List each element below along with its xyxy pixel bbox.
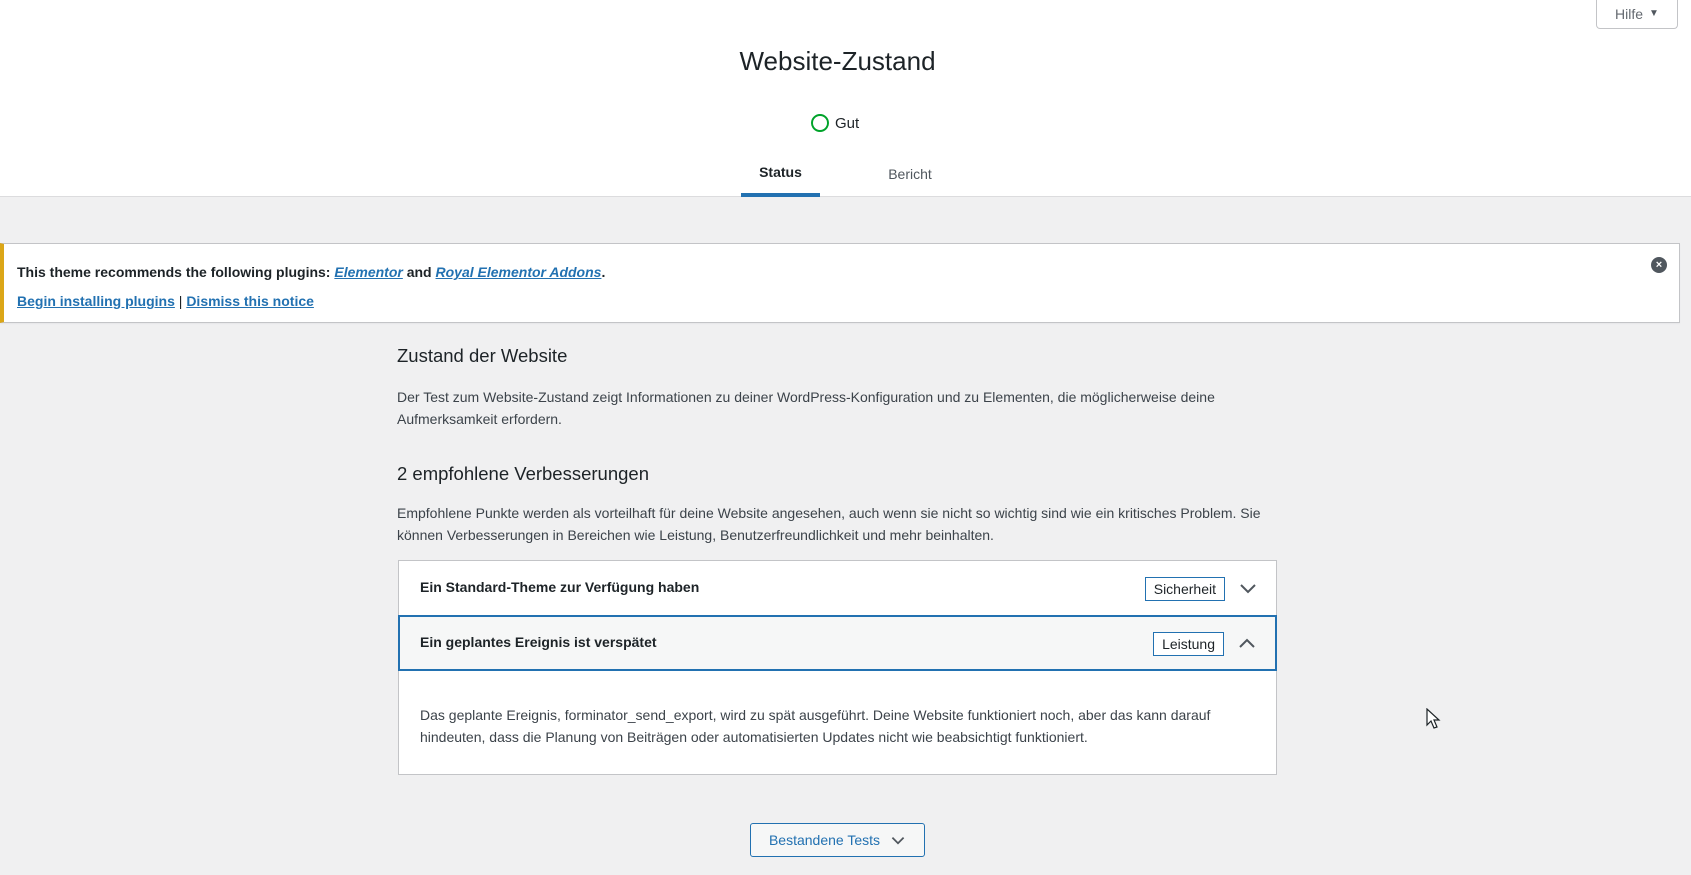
score-label: Gut bbox=[835, 114, 860, 132]
section-title: Zustand der Website bbox=[397, 345, 568, 366]
notice-and: and bbox=[402, 264, 436, 280]
recommended-title: 2 empfohlene Verbesserungen bbox=[397, 463, 649, 484]
passed-tests-button[interactable]: Bestandene Tests bbox=[750, 823, 925, 857]
issues-accordion: Ein Standard-Theme zur Verfügung haben S… bbox=[398, 560, 1277, 775]
issue-default-theme[interactable]: Ein Standard-Theme zur Verfügung haben S… bbox=[399, 561, 1276, 616]
chevron-down-icon bbox=[891, 836, 905, 845]
close-icon[interactable]: × bbox=[1651, 257, 1667, 273]
elementor-link[interactable]: Elementor bbox=[334, 264, 402, 280]
category-badge: Sicherheit bbox=[1144, 577, 1225, 601]
begin-installing-plugins-link[interactable]: Begin installing plugins bbox=[17, 293, 175, 309]
dismiss-notice-link[interactable]: Dismiss this notice bbox=[186, 293, 314, 309]
plugin-recommendation-notice: This theme recommends the following plug… bbox=[0, 243, 1680, 323]
issue-details: Das geplante Ereignis, forminator_send_e… bbox=[420, 707, 1211, 745]
notice-separator: | bbox=[174, 293, 187, 309]
issue-title: Ein Standard-Theme zur Verfügung haben bbox=[420, 579, 700, 595]
site-health-header: Hilfe ▼ Website-Zustand Gut Status Beric… bbox=[0, 0, 1691, 197]
help-tab-button[interactable]: Hilfe ▼ bbox=[1596, 0, 1678, 29]
chevron-down-icon bbox=[1240, 584, 1256, 594]
notice-text: This theme recommends the following plug… bbox=[17, 264, 335, 280]
help-tab-label: Hilfe bbox=[1615, 5, 1644, 22]
notice-actions: Begin installing plugins | Dismiss this … bbox=[17, 293, 314, 309]
passed-tests-label: Bestandene Tests bbox=[768, 832, 881, 848]
page-title: Website-Zustand bbox=[739, 46, 936, 76]
notice-period: . bbox=[601, 264, 606, 280]
recommended-description: Empfohlene Punkte werden als vorteilhaft… bbox=[397, 505, 1261, 543]
royal-elementor-addons-link[interactable]: Royal Elementor Addons bbox=[436, 264, 602, 280]
chevron-up-icon bbox=[1239, 638, 1255, 648]
issue-scheduled-event[interactable]: Ein geplantes Ereignis ist verspätet Lei… bbox=[398, 615, 1277, 671]
score-circle-icon bbox=[811, 114, 829, 132]
category-badge: Leistung bbox=[1153, 632, 1224, 656]
caret-down-icon: ▼ bbox=[1649, 8, 1659, 19]
tab-navigation: Status Bericht bbox=[0, 150, 1691, 197]
notice-message: This theme recommends the following plug… bbox=[17, 264, 605, 280]
tab-report[interactable]: Bericht bbox=[865, 150, 955, 197]
section-description: Der Test zum Website-Zustand zeigt Infor… bbox=[397, 389, 1215, 427]
issue-title: Ein geplantes Ereignis ist verspätet bbox=[420, 634, 657, 650]
mouse-cursor-icon bbox=[1426, 708, 1441, 729]
tab-status[interactable]: Status bbox=[741, 150, 820, 197]
health-score: Gut bbox=[811, 112, 859, 134]
